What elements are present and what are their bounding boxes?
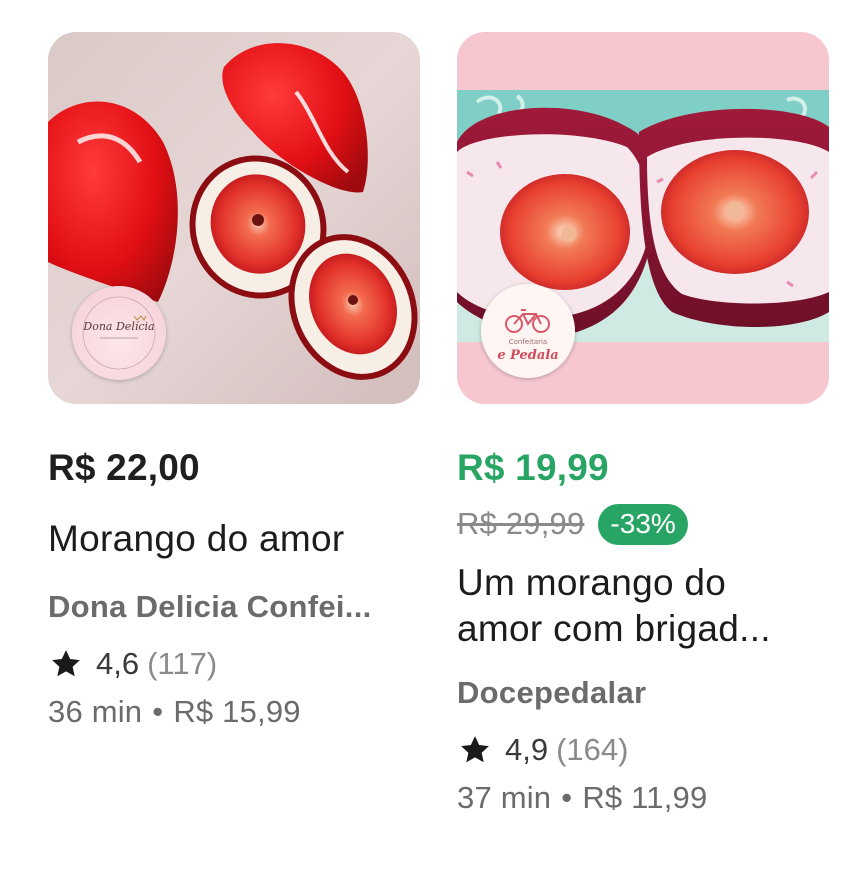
product-image[interactable]: Dona Delícia: [48, 32, 420, 404]
separator-dot: •: [152, 694, 164, 729]
rating-count: (117): [147, 646, 218, 681]
rating-value: 4,6: [96, 646, 140, 681]
store-logo: Dona Delícia: [72, 286, 166, 380]
product-price: R$ 22,00: [48, 447, 200, 488]
product-card-um-morango-do-amor[interactable]: Confeitaria e Pedala R$ 19,99 R$ 29,99 -…: [457, 32, 829, 816]
original-price: R$ 29,99: [457, 506, 585, 541]
rating-value: 4,9: [505, 732, 549, 767]
delivery-info: 36 min • R$ 15,99: [48, 694, 420, 730]
product-title-line-2: amor com brigad...: [457, 608, 771, 649]
product-title: Um morango do amor com brigad...: [457, 560, 829, 652]
store-logo-art: Dona Delícia: [72, 286, 166, 380]
store-name: Docepedalar: [457, 675, 647, 710]
logo-subtext: Confeitaria: [509, 338, 547, 346]
logo-text: Dona Delícia: [82, 320, 154, 333]
rating-count: (164): [556, 732, 629, 767]
delivery-fee: R$ 11,99: [582, 780, 708, 815]
store-logo: Confeitaria e Pedala: [481, 284, 575, 378]
rating-row: 4,9 (164): [457, 730, 829, 770]
delivery-time: 37 min: [457, 780, 552, 815]
product-price-discounted: R$ 19,99: [457, 447, 609, 488]
logo-text: e Pedala: [497, 348, 558, 363]
discount-badge: -33%: [598, 503, 688, 545]
delivery-info: 37 min • R$ 11,99: [457, 780, 829, 816]
product-title-line-1: Um morango do: [457, 562, 727, 603]
delivery-time: 36 min: [48, 694, 143, 729]
star-icon: [52, 650, 80, 677]
rating-row: 4,6 (117): [48, 644, 420, 684]
delivery-fee: R$ 15,99: [173, 694, 301, 729]
store-logo-art: Confeitaria e Pedala: [481, 284, 575, 378]
store-name: Dona Delicia Confei...: [48, 589, 372, 624]
separator-dot: •: [561, 780, 573, 815]
product-image[interactable]: Confeitaria e Pedala: [457, 32, 829, 404]
star-icon: [461, 736, 489, 763]
product-card-morango-do-amor[interactable]: Dona Delícia R$ 22,00 Morango do amor Do…: [48, 32, 420, 730]
old-price-row: R$ 29,99 -33%: [457, 502, 829, 546]
product-title: Morango do amor: [48, 518, 345, 559]
